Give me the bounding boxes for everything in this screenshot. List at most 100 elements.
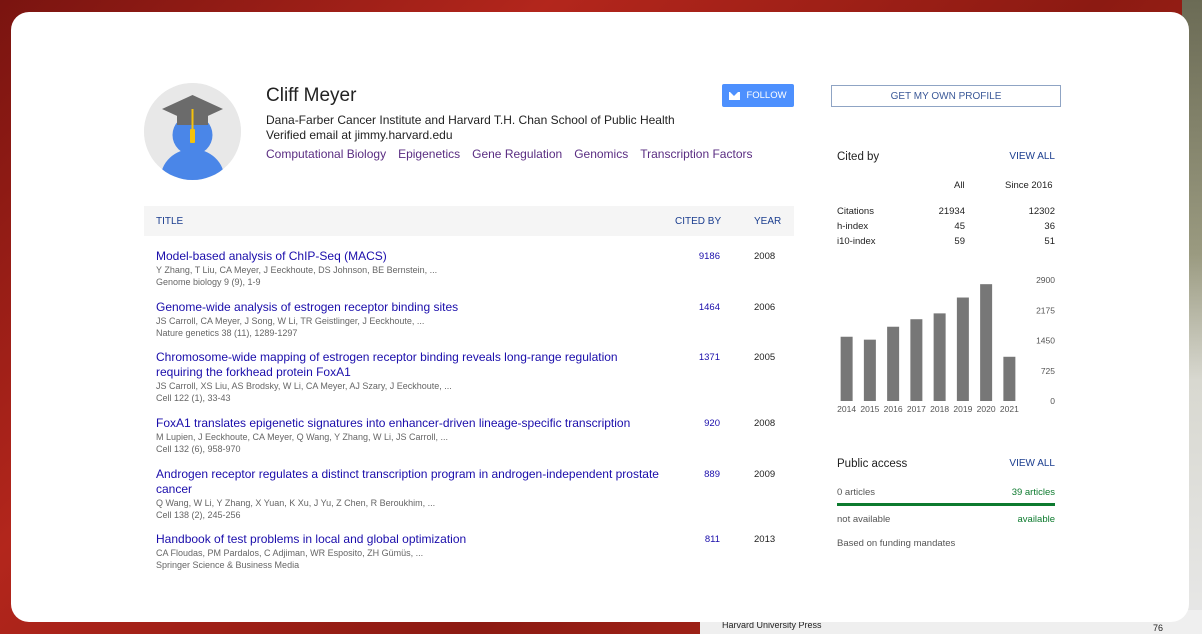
public-access-bar-fill [837, 503, 1055, 506]
stats-label: Citations [837, 206, 874, 217]
research-interests: Computational Biology Epigenetics Gene R… [266, 147, 753, 161]
stats-all-value: 45 [954, 221, 965, 232]
stats-all-value: 21934 [938, 206, 965, 217]
chart-y-tick-label: 2900 [1036, 275, 1055, 285]
chart-x-tick-label: 2018 [930, 404, 949, 414]
stats-col-since: Since 2016 [1005, 180, 1053, 191]
graduate-avatar-icon [144, 83, 241, 180]
chart-x-tick-label: 2021 [1000, 404, 1019, 414]
article-year: 2008 [754, 418, 776, 429]
chart-x-tick-label: 2016 [884, 404, 903, 414]
citations-bar-chart: 2014 2015 2016 2017 2018 2019 2020 2021 2900 2175… [837, 275, 1055, 414]
cited-by-header: Cited by VIEW ALL [831, 151, 1061, 165]
background-page-number: 76 [1153, 623, 1164, 633]
chart-bar-2019[interactable] [956, 297, 969, 401]
public-access-header: Public access VIEW ALL [831, 458, 1061, 472]
chart-x-tick-label: 2014 [837, 404, 856, 414]
public-access-unavailable-count[interactable]: 0 articles [837, 487, 875, 498]
article-year: 2008 [754, 251, 776, 262]
chart-bar-2020[interactable] [980, 284, 993, 401]
article-cited-count[interactable]: 9186 [674, 251, 720, 262]
article-title[interactable]: Model-based analysis of ChIP-Seq (MACS) [156, 249, 666, 264]
stats-label: h-index [837, 221, 869, 232]
article-year: 2009 [754, 469, 776, 480]
envelope-icon [729, 91, 741, 100]
stats-col-all: All [954, 180, 965, 191]
follow-label: FOLLOW [746, 90, 787, 101]
chart-x-tick-label: 2017 [907, 404, 926, 414]
stats-since-value: 12302 [1028, 206, 1055, 217]
chart-bar-2017[interactable] [910, 319, 923, 401]
article-authors: CA Floudas, PM Pardalos, C Adjiman, WR E… [156, 548, 424, 558]
chart-y-tick-label: 1450 [1036, 336, 1055, 346]
article-venue: Cell 132 (6), 958-970 [156, 444, 241, 454]
chart-bar-2018[interactable] [933, 313, 946, 401]
interest-link[interactable]: Gene Regulation [472, 147, 562, 161]
article-authors: M Lupien, J Eeckhoute, CA Meyer, Q Wang,… [156, 432, 448, 442]
chart-bar-2016[interactable] [887, 326, 900, 401]
chart-bar-2021[interactable] [1003, 356, 1016, 401]
cited-by-view-all-link[interactable]: VIEW ALL [1009, 151, 1055, 162]
article-cited-count[interactable]: 1464 [674, 302, 720, 313]
interest-link[interactable]: Epigenetics [398, 147, 460, 161]
article-venue: Springer Science & Business Media [156, 560, 300, 570]
article-title[interactable]: Handbook of test problems in local and g… [156, 532, 666, 547]
article-venue: Nature genetics 38 (11), 1289-1297 [156, 328, 298, 338]
stats-row: Citations 21934 12302 [837, 206, 1055, 218]
profile-email: Verified email at jimmy.harvard.edu [266, 128, 453, 142]
article-title[interactable]: FoxA1 translates epigenetic signatures i… [156, 416, 666, 431]
chart-x-tick-label: 2020 [977, 404, 996, 414]
stats-since-value: 51 [1044, 236, 1055, 247]
interest-link[interactable]: Genomics [574, 147, 628, 161]
public-access-heading: Public access [837, 458, 908, 470]
chart-y-tick-label: 0 [1050, 396, 1055, 406]
chart-y-tick-label: 2175 [1036, 305, 1055, 315]
article-authors: Q Wang, W Li, Y Zhang, X Yuan, K Xu, J Y… [156, 498, 436, 508]
public-access-available-label: available [1017, 514, 1056, 525]
article-cited-count[interactable]: 889 [674, 469, 720, 480]
stats-all-value: 59 [954, 236, 965, 247]
article-authors: JS Carroll, CA Meyer, J Song, W Li, TR G… [156, 316, 425, 326]
article-cited-count[interactable]: 920 [674, 418, 720, 429]
interest-link[interactable]: Computational Biology [266, 147, 386, 161]
article-cited-count[interactable]: 811 [674, 534, 720, 545]
article-venue: Cell 138 (2), 245-256 [156, 510, 241, 520]
article-venue: Cell 122 (1), 33-43 [156, 393, 231, 403]
articles-table-header: TITLE CITED BY YEAR [144, 206, 794, 236]
article-title[interactable]: Chromosome-wide mapping of estrogen rece… [156, 350, 666, 380]
public-access-bar-track [837, 503, 1055, 506]
cited-by-heading: Cited by [837, 151, 880, 163]
stats-row: h-index 45 36 [837, 221, 1055, 233]
get-my-own-profile-button[interactable]: GET MY OWN PROFILE [831, 85, 1061, 107]
article-cited-count[interactable]: 1371 [674, 352, 720, 363]
stats-label: i10-index [837, 236, 876, 247]
chart-y-tick-label: 725 [1041, 366, 1055, 376]
article-venue: Genome biology 9 (9), 1-9 [156, 277, 261, 287]
chart-bar-2015[interactable] [863, 339, 876, 401]
stats-row: i10-index 59 51 [837, 236, 1055, 248]
public-access-not-available-label: not available [837, 514, 891, 525]
article-title[interactable]: Genome-wide analysis of estrogen recepto… [156, 300, 666, 315]
article-year: 2005 [754, 352, 776, 363]
profile-affiliation: Dana-Farber Cancer Institute and Harvard… [266, 113, 675, 127]
title-column-header[interactable]: TITLE [156, 216, 183, 227]
article-year: 2013 [754, 534, 776, 545]
chart-bar-2014[interactable] [840, 336, 853, 401]
profile-name: Cliff Meyer [266, 85, 357, 106]
cited-by-column-header[interactable]: CITED BY [675, 216, 721, 227]
avatar [144, 83, 241, 180]
article-title[interactable]: Androgen receptor regulates a distinct t… [156, 467, 666, 497]
article-authors: Y Zhang, T Liu, CA Meyer, J Eeckhoute, D… [156, 265, 438, 275]
public-access-note: Based on funding mandates [837, 538, 956, 549]
article-authors: JS Carroll, XS Liu, AS Brodsky, W Li, CA… [156, 381, 452, 391]
year-column-header[interactable]: YEAR [754, 216, 781, 227]
interest-link[interactable]: Transcription Factors [640, 147, 752, 161]
article-year: 2006 [754, 302, 776, 313]
chart-x-tick-label: 2019 [953, 404, 972, 414]
stats-header: All Since 2016 [831, 180, 1061, 192]
stats-since-value: 36 [1044, 221, 1055, 232]
chart-x-tick-label: 2015 [860, 404, 879, 414]
public-access-available-count[interactable]: 39 articles [1000, 487, 1055, 498]
public-access-view-all-link[interactable]: VIEW ALL [1009, 458, 1055, 469]
follow-button[interactable]: FOLLOW [722, 84, 794, 107]
